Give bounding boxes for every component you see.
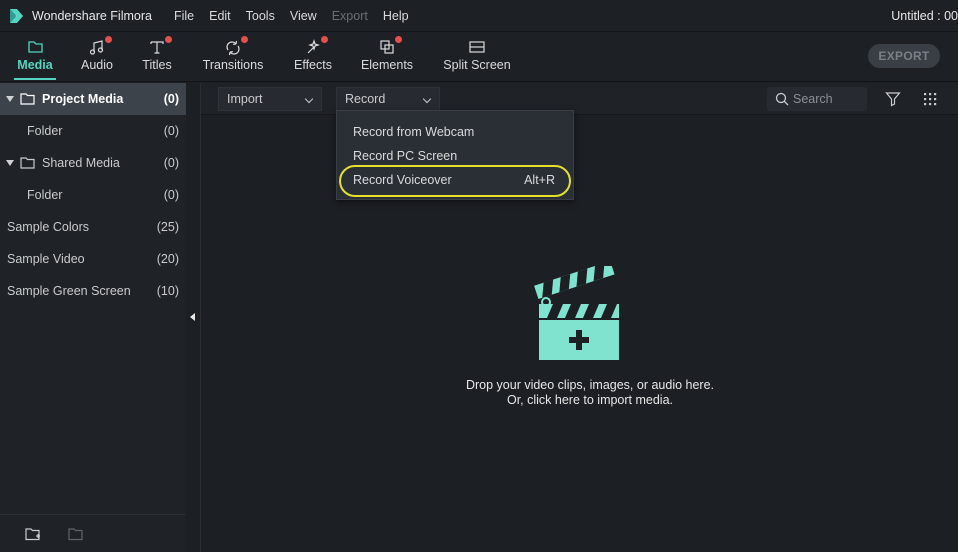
- sparkle-icon: [302, 36, 328, 57]
- remove-folder-icon[interactable]: [68, 527, 84, 541]
- menu-view[interactable]: View: [290, 9, 317, 23]
- menu-tools[interactable]: Tools: [246, 9, 275, 23]
- menu-help[interactable]: Help: [383, 9, 409, 23]
- search-input[interactable]: Search: [767, 87, 867, 111]
- layers-icon: [376, 36, 402, 57]
- tab-label: Split Screen: [443, 58, 511, 72]
- tab-label: Titles: [142, 58, 172, 72]
- menu-item-label: Record from Webcam: [353, 125, 475, 139]
- menu-item-record-webcam[interactable]: Record from Webcam: [337, 120, 573, 144]
- sidebar-footer: [0, 514, 186, 552]
- tab-label: Elements: [360, 58, 414, 72]
- item-count: (0): [163, 188, 179, 202]
- item-count: (0): [163, 156, 179, 170]
- import-hint-line1: Drop your video clips, images, or audio …: [465, 378, 715, 392]
- filmora-logo-icon: [10, 8, 23, 23]
- chevron-down-icon: [304, 94, 314, 104]
- menu-edit[interactable]: Edit: [209, 9, 231, 23]
- folder-icon: [24, 37, 46, 57]
- menu-export: Export: [331, 8, 368, 23]
- media-library-sidebar: Project Media (0) Folder (0) Shared Medi…: [0, 83, 186, 552]
- title-bar: Wondershare Filmora File Edit Tools View…: [0, 0, 958, 32]
- sidebar-item-shared-folder[interactable]: Folder (0): [0, 179, 186, 211]
- sidebar-item-label: Project Media: [42, 92, 124, 106]
- sidebar-item-sample-video[interactable]: Sample Video (20): [0, 243, 186, 275]
- tab-split-screen[interactable]: Split Screen: [443, 32, 511, 82]
- new-badge: [241, 36, 248, 43]
- sidebar-item-label: Folder: [27, 188, 63, 202]
- sidebar-item-folder[interactable]: Folder (0): [0, 115, 186, 147]
- filmora-window: Wondershare Filmora File Edit Tools View…: [0, 0, 958, 552]
- sidebar-item-sample-green-screen[interactable]: Sample Green Screen (10): [0, 275, 186, 307]
- tab-audio[interactable]: Audio: [78, 32, 116, 82]
- expand-caret-icon[interactable]: [6, 96, 14, 102]
- record-label: Record: [345, 92, 386, 106]
- import-dropdown[interactable]: Import: [218, 87, 322, 111]
- new-badge: [105, 36, 112, 43]
- document-title: Untitled : 00: [891, 9, 958, 23]
- tab-label: Transitions: [202, 58, 264, 72]
- clapperboard-add-icon[interactable]: [533, 266, 625, 362]
- new-folder-icon[interactable]: [25, 527, 41, 541]
- tab-label: Effects: [294, 58, 332, 72]
- item-count: (25): [156, 220, 179, 234]
- collapse-arrow-icon[interactable]: [190, 313, 195, 321]
- menu-item-label: Record PC Screen: [353, 149, 458, 163]
- sidebar-item-shared-media[interactable]: Shared Media (0): [0, 147, 186, 179]
- tab-elements[interactable]: Elements: [360, 32, 414, 82]
- search-placeholder: Search: [793, 92, 833, 106]
- folder-icon: [20, 157, 35, 169]
- import-hint[interactable]: Drop your video clips, images, or audio …: [402, 378, 778, 408]
- menu-item-label: Record Voiceover: [353, 173, 452, 187]
- export-button[interactable]: EXPORT: [868, 44, 940, 68]
- import-label: Import: [227, 92, 263, 106]
- menu-file[interactable]: File: [174, 9, 194, 23]
- menu-item-record-pc-screen[interactable]: Record PC Screen: [337, 144, 573, 168]
- split-screen-icon: [466, 37, 488, 57]
- tab-effects[interactable]: Effects: [292, 32, 334, 82]
- item-count: (20): [156, 252, 179, 266]
- module-toolbar: Media Audio Titles Transitions Effects E…: [0, 32, 958, 82]
- item-count: (0): [163, 92, 179, 106]
- grid-view-icon[interactable]: [923, 92, 937, 106]
- sidebar-item-label: Sample Green Screen: [7, 284, 131, 298]
- sidebar-item-project-media[interactable]: Project Media (0): [0, 83, 186, 115]
- item-count: (10): [156, 284, 179, 298]
- expand-caret-icon[interactable]: [6, 160, 14, 166]
- transition-arrows-icon: [222, 36, 248, 57]
- import-hint-line2: Or, click here to import media.: [506, 393, 674, 407]
- tab-media[interactable]: Media: [14, 32, 56, 82]
- sidebar-item-label: Sample Video: [7, 252, 85, 266]
- tab-transitions[interactable]: Transitions: [202, 32, 264, 82]
- app-name: Wondershare Filmora: [32, 8, 152, 23]
- menu-item-record-voiceover[interactable]: Record Voiceover Alt+R: [337, 168, 573, 192]
- tab-label: Audio: [81, 58, 113, 72]
- shortcut-label: Alt+R: [524, 173, 555, 187]
- sidebar-item-sample-colors[interactable]: Sample Colors (25): [0, 211, 186, 243]
- search-icon: [775, 92, 789, 106]
- sidebar-item-label: Shared Media: [42, 156, 120, 170]
- new-badge: [395, 36, 402, 43]
- active-tab-indicator: [14, 78, 56, 80]
- tab-titles[interactable]: Titles: [140, 32, 174, 82]
- record-menu: Record from Webcam Record PC Screen Reco…: [336, 110, 574, 200]
- music-note-icon: [86, 36, 112, 57]
- chevron-down-icon: [422, 94, 432, 104]
- filter-icon[interactable]: [885, 91, 901, 107]
- folder-icon: [20, 93, 35, 105]
- item-count: (0): [163, 124, 179, 138]
- record-dropdown[interactable]: Record: [336, 87, 440, 111]
- text-t-icon: [146, 36, 172, 57]
- sidebar-item-label: Folder: [27, 124, 63, 138]
- new-badge: [165, 36, 172, 43]
- tab-label: Media: [17, 58, 53, 72]
- sidebar-item-label: Sample Colors: [7, 220, 89, 234]
- new-badge: [321, 36, 328, 43]
